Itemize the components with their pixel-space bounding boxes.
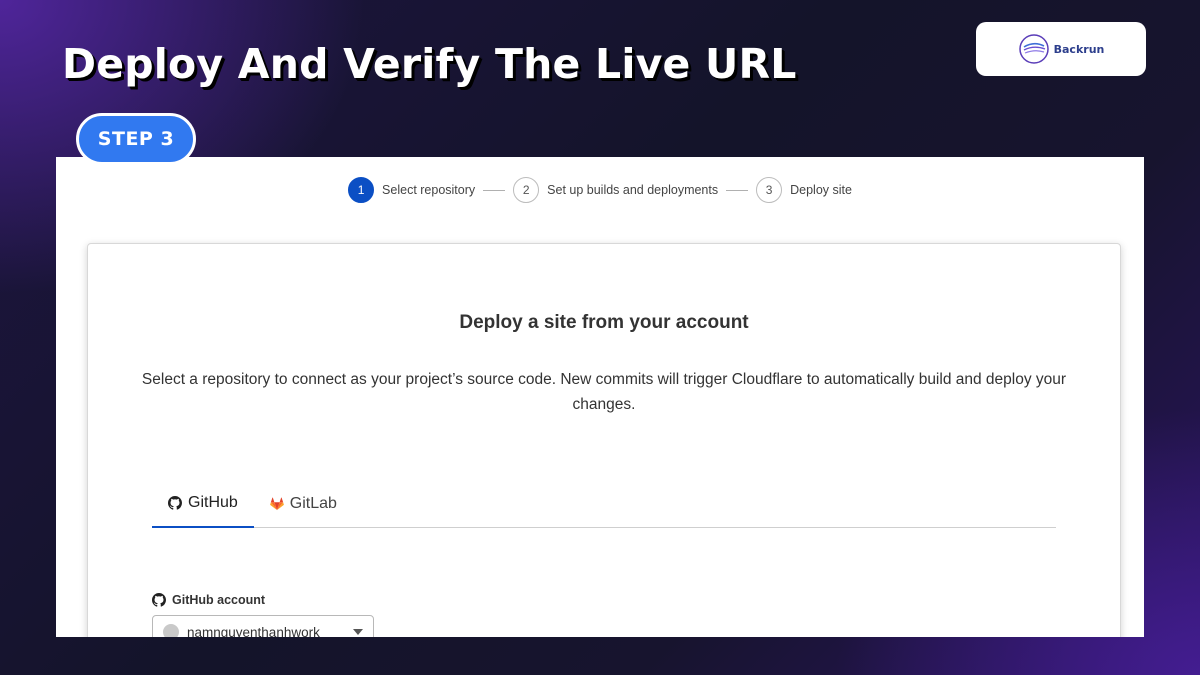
step-divider [726,189,749,191]
provider-tabs: GitHub GitLab [152,479,1056,528]
github-icon [152,593,166,607]
card-title: Deploy a site from your account [459,312,749,333]
github-account-label: GitHub account [152,593,265,607]
step-number: 1 [348,177,375,203]
card-description: Select a repository to connect as your p… [141,371,1067,413]
gitlab-icon [269,496,284,510]
step-divider [483,189,506,191]
headline: Deploy And Verify The Live URL [62,40,797,88]
stepper-step-2: 2 Set up builds and deployments [513,177,718,203]
tab-gitlab[interactable]: GitLab [254,479,353,528]
step-number: 3 [756,177,783,203]
stepper-step-3: 3 Deploy site [756,177,852,203]
brand-name: Backrun [1053,42,1105,56]
brand-logo-card: Backrun [976,22,1146,76]
github-icon [168,495,182,510]
tab-github[interactable]: GitHub [152,479,254,528]
tab-label: GitLab [289,494,337,512]
avatar [163,624,179,637]
account-label-text: GitHub account [172,593,266,607]
screenshot-panel: 1 Select repository 2 Set up builds and … [56,157,1144,637]
progress-stepper: 1 Select repository 2 Set up builds and … [56,177,1144,203]
account-value: namnguyenthanhwork [187,624,320,638]
chevron-down-icon [353,629,363,635]
deploy-card: Deploy a site from your account Select a… [87,243,1121,637]
step-number: 2 [513,177,540,203]
step-label: Set up builds and deployments [547,183,719,197]
step-label: Select repository [382,183,476,197]
step-badge: STEP 3 [76,113,196,165]
backrun-logo-icon [1018,34,1049,64]
tab-label: GitHub [188,493,238,511]
github-account-select[interactable]: namnguyenthanhwork [152,615,374,637]
step-label: Deploy site [790,183,852,197]
stepper-step-1: 1 Select repository [348,177,475,203]
